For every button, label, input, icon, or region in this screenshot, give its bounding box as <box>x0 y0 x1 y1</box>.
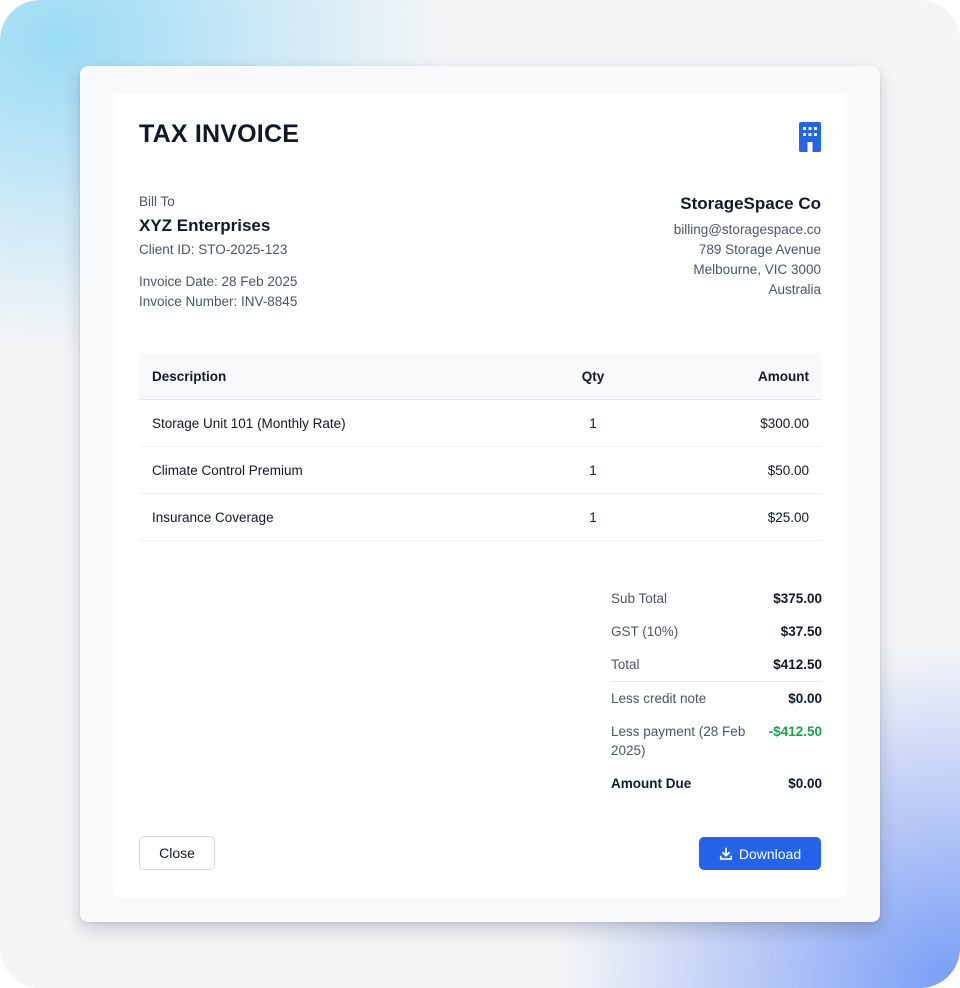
subtotal-label: Sub Total <box>611 591 668 606</box>
download-label: Download <box>738 845 802 862</box>
invoice-modal: TAX INVOICE Bill To XYZ Enterprises Clie… <box>80 66 880 922</box>
item-amount: $300.00 <box>646 399 822 447</box>
header-description: Description <box>139 353 540 400</box>
download-button[interactable]: Download <box>699 837 821 870</box>
payment-label: Less payment (28 Feb 2025) <box>611 724 746 758</box>
close-button[interactable]: Close <box>139 836 215 870</box>
payment-value: -$412.50 <box>768 724 822 739</box>
line-items-table: Description Qty Amount Storage Unit 101 … <box>139 353 822 541</box>
item-description: Climate Control Premium <box>139 446 540 494</box>
gst-label: GST (10%) <box>611 624 679 639</box>
client-name: XYZ Enterprises <box>139 216 271 235</box>
gst-row: GST (10%) $37.50 <box>611 615 822 648</box>
table-row: Insurance Coverage 1 $25.00 <box>139 493 822 541</box>
gst-value: $37.50 <box>780 624 822 639</box>
subtotal-value: $375.00 <box>773 591 822 606</box>
table-row: Climate Control Premium 1 $50.00 <box>139 446 822 494</box>
credit-note-row: Less credit note $0.00 <box>611 682 822 715</box>
item-amount: $50.00 <box>646 446 822 494</box>
item-qty: 1 <box>540 493 646 541</box>
item-qty: 1 <box>540 399 646 447</box>
credit-note-value: $0.00 <box>788 691 822 706</box>
subtotal-row: Sub Total $375.00 <box>611 582 822 615</box>
page-backdrop: TAX INVOICE Bill To XYZ Enterprises Clie… <box>0 0 960 988</box>
invoice-card: TAX INVOICE Bill To XYZ Enterprises Clie… <box>113 94 847 897</box>
invoice-number: Invoice Number: INV-8845 <box>139 294 298 309</box>
company-address-line1: 789 Storage Avenue <box>698 242 821 257</box>
company-name: StorageSpace Co <box>680 194 821 213</box>
invoice-title: TAX INVOICE <box>139 120 300 148</box>
total-value: $412.50 <box>773 657 822 672</box>
invoice-date: Invoice Date: 28 Feb 2025 <box>139 274 298 289</box>
total-label: Total <box>611 657 640 672</box>
credit-note-label: Less credit note <box>611 691 707 706</box>
table-header-row: Description Qty Amount <box>139 353 822 400</box>
company-country: Australia <box>768 282 821 297</box>
total-row: Total $412.50 <box>611 648 822 682</box>
client-id: Client ID: STO-2025-123 <box>139 242 288 257</box>
download-icon <box>719 847 732 860</box>
payment-row: Less payment (28 Feb 2025) -$412.50 <box>611 715 822 767</box>
item-amount: $25.00 <box>646 493 822 541</box>
amount-due-value: $0.00 <box>788 776 822 791</box>
company-address-line2: Melbourne, VIC 3000 <box>693 262 821 277</box>
amount-due-label: Amount Due <box>611 776 692 791</box>
building-icon <box>799 122 821 152</box>
table-row: Storage Unit 101 (Monthly Rate) 1 $300.0… <box>139 399 822 447</box>
item-description: Insurance Coverage <box>139 493 540 541</box>
invoice-meta: Invoice Date: 28 Feb 2025 Invoice Number… <box>139 272 479 312</box>
company-email: billing@storagespace.co <box>673 222 821 237</box>
bill-to-label: Bill To <box>139 194 175 209</box>
totals-section: Sub Total $375.00 GST (10%) $37.50 Total… <box>611 582 822 800</box>
item-description: Storage Unit 101 (Monthly Rate) <box>139 399 540 447</box>
header-qty: Qty <box>540 353 646 400</box>
bill-to-section: Bill To XYZ Enterprises Client ID: STO-2… <box>139 194 479 312</box>
amount-due-row: Amount Due $0.00 <box>611 767 822 800</box>
header-amount: Amount <box>646 353 822 400</box>
item-qty: 1 <box>540 446 646 494</box>
company-section: StorageSpace Co billing@storagespace.co … <box>521 194 821 300</box>
